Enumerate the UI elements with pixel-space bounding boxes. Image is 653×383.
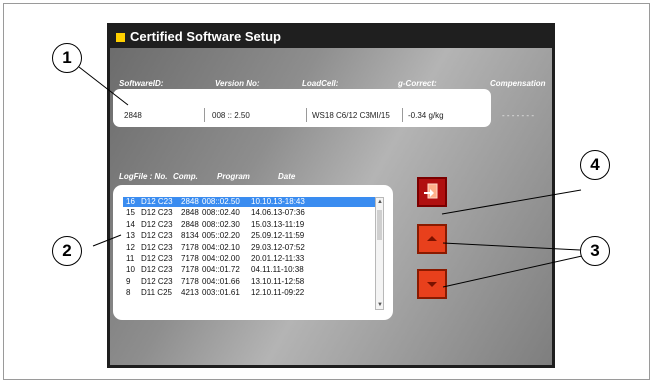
leader-line-2 — [92, 234, 122, 247]
callout-1: 1 — [52, 43, 82, 73]
leader-line-4 — [441, 189, 582, 215]
leader-line-1 — [78, 66, 129, 106]
leader-line-3b — [442, 255, 583, 288]
callout-leader-lines — [78, 66, 583, 288]
callout-3: 3 — [580, 236, 610, 266]
leader-line-3a — [442, 242, 581, 251]
callout-4: 4 — [580, 150, 610, 180]
callout-2: 2 — [52, 236, 82, 266]
